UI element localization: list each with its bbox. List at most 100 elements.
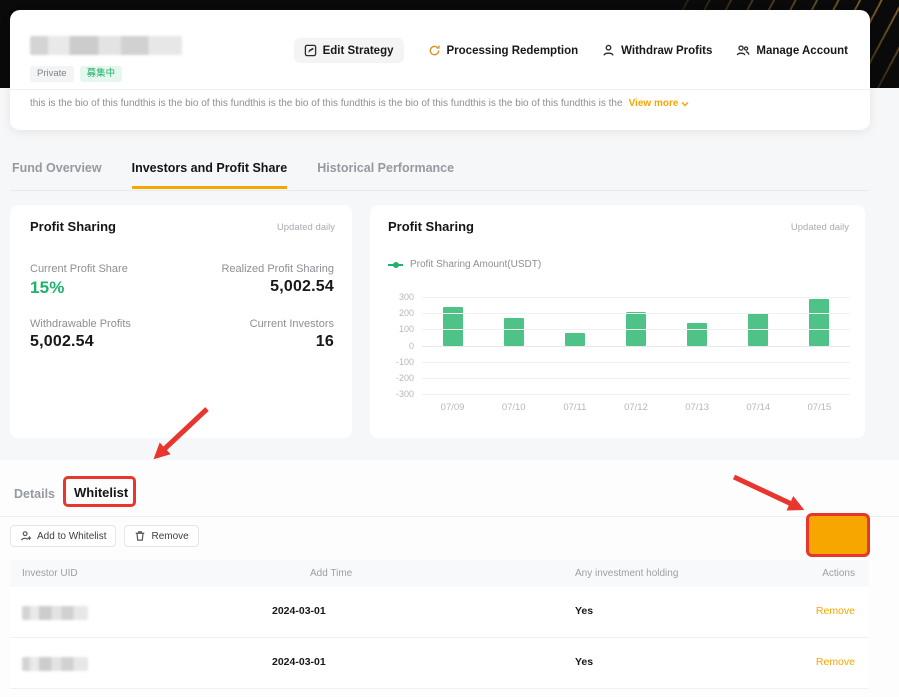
chevron-down-icon bbox=[681, 101, 689, 107]
chart-x-axis: 07/09 07/10 07/11 07/12 07/13 07/14 07/15 bbox=[422, 402, 850, 413]
table-row: 2024-03-01 Yes Remove bbox=[10, 638, 869, 689]
chart-xtick-label: 07/09 bbox=[440, 402, 465, 413]
chart-bar bbox=[809, 298, 830, 346]
current-investors-label: Current Investors bbox=[249, 318, 334, 330]
stats-updated-daily-label: Updated daily bbox=[276, 222, 335, 233]
current-profit-share-value: 15% bbox=[30, 278, 65, 297]
chart-xtick-label: 07/12 bbox=[624, 402, 648, 413]
chart-gridline bbox=[422, 329, 850, 331]
toggle-knob bbox=[839, 528, 856, 545]
chart-ytick-label: -200 bbox=[395, 372, 414, 383]
fund-bio-row: this is the bio of this fundthis is the … bbox=[30, 98, 850, 109]
holding-cell: Yes bbox=[575, 656, 594, 668]
legend-label: Profit Sharing Amount(USDT) bbox=[410, 259, 542, 270]
add-time-cell: 2024-03-01 bbox=[272, 656, 326, 668]
section-divider-line bbox=[0, 516, 899, 517]
fund-name-redacted bbox=[30, 36, 182, 55]
fundraising-status-badge: 募集中 bbox=[79, 66, 123, 82]
realized-profit-sharing-value: 5,002.54 bbox=[270, 278, 334, 295]
chart-xtick-label: 07/11 bbox=[563, 402, 587, 413]
fund-header-card: Private 募集中 Edit Strategy Processing Red… bbox=[10, 10, 870, 130]
current-investors-value: 16 bbox=[315, 333, 334, 350]
chart-xtick-label: 07/15 bbox=[807, 402, 832, 413]
current-profit-share-label: Current Profit Share bbox=[30, 263, 128, 275]
chart-ytick-label: 0 bbox=[408, 340, 414, 351]
processing-redemption-label: Processing Redemption bbox=[446, 44, 579, 57]
chart-xtick-label: 07/13 bbox=[685, 402, 710, 413]
investor-uid-redacted bbox=[22, 606, 88, 620]
chart-gridline bbox=[422, 313, 850, 315]
withdrawable-profits-label: Withdrawable Profits bbox=[30, 318, 131, 330]
chart-xtick-label: 07/10 bbox=[501, 402, 526, 413]
tab-investors-profit-share[interactable]: Investors and Profit Share bbox=[131, 161, 288, 189]
withdraw-profits-button[interactable]: Withdraw Profits bbox=[602, 44, 712, 57]
profit-sharing-stats-card: Profit Sharing Updated daily Current Pro… bbox=[10, 205, 352, 438]
view-more-label: View more bbox=[628, 98, 679, 109]
column-investor-uid: Investor UID bbox=[22, 568, 78, 579]
column-investment-holding: Any investment holding bbox=[575, 568, 679, 579]
chart-gridline bbox=[422, 377, 850, 379]
chart-ytick-label: 200 bbox=[398, 308, 414, 319]
chart-y-axis: 300 200 100 0 -100 -200 -300 bbox=[370, 292, 414, 399]
tabs-divider-line bbox=[10, 190, 869, 191]
chart-plot-area bbox=[422, 297, 850, 395]
chart-gridline bbox=[422, 394, 850, 395]
chart-gridline bbox=[422, 345, 850, 347]
view-more-link[interactable]: View more bbox=[629, 98, 690, 109]
investor-uid-redacted bbox=[22, 657, 88, 671]
withdraw-profits-label: Withdraw Profits bbox=[621, 44, 713, 57]
add-to-whitelist-icon bbox=[20, 531, 32, 541]
remove-row-link[interactable]: Remove bbox=[816, 605, 855, 617]
tab-historical-performance[interactable]: Historical Performance bbox=[317, 161, 454, 189]
add-to-whitelist-button[interactable]: Add to Whitelist bbox=[10, 525, 117, 547]
column-actions: Actions bbox=[822, 568, 855, 579]
main-tabs: Fund Overview Investors and Profit Share… bbox=[12, 161, 454, 189]
redemption-refresh-icon bbox=[428, 44, 441, 57]
tab-whitelist[interactable]: Whitelist bbox=[74, 485, 128, 500]
tab-fund-overview[interactable]: Fund Overview bbox=[12, 161, 102, 189]
private-badge: Private bbox=[30, 66, 74, 82]
tab-details[interactable]: Details bbox=[14, 487, 55, 501]
chart-ytick-label: -100 bbox=[395, 356, 414, 367]
profit-sharing-chart-card: Profit Sharing Updated daily Profit Shar… bbox=[370, 205, 865, 438]
chart-gridline bbox=[422, 297, 850, 298]
manage-account-icon bbox=[736, 44, 750, 57]
edit-strategy-label: Edit Strategy bbox=[322, 44, 394, 57]
processing-redemption-button[interactable]: Processing Redemption bbox=[428, 44, 579, 57]
chart-ytick-label: 100 bbox=[398, 324, 414, 335]
remove-row-link[interactable]: Remove bbox=[816, 656, 855, 668]
remove-button-label: Remove bbox=[151, 530, 189, 542]
holding-cell: Yes bbox=[575, 605, 594, 617]
chart-gridline bbox=[422, 361, 850, 363]
whitelist-toggle[interactable] bbox=[818, 526, 858, 547]
fund-tags: Private 募集中 bbox=[30, 66, 123, 82]
chart-bar bbox=[687, 322, 708, 346]
realized-profit-sharing-label: Realized Profit Sharing bbox=[221, 263, 334, 275]
header-action-buttons: Edit Strategy Processing Redemption With… bbox=[293, 38, 848, 63]
chart-card-title: Profit Sharing bbox=[388, 219, 474, 234]
withdraw-profits-icon bbox=[602, 44, 615, 57]
column-add-time: Add Time bbox=[310, 568, 353, 579]
table-row: 2024-03-01 Yes Remove bbox=[10, 587, 869, 638]
legend-marker-icon bbox=[388, 261, 403, 268]
table-header: Investor UID Add Time Any investment hol… bbox=[10, 560, 869, 587]
annotation-arrow-toggle bbox=[732, 474, 805, 511]
edit-strategy-button[interactable]: Edit Strategy bbox=[293, 38, 404, 63]
whitelist-toolbar: Add to Whitelist Remove bbox=[10, 525, 199, 547]
chart-legend: Profit Sharing Amount(USDT) bbox=[388, 259, 541, 270]
trash-icon bbox=[136, 531, 145, 541]
chart-ytick-label: -300 bbox=[395, 389, 414, 399]
chart-xtick-label: 07/14 bbox=[746, 402, 771, 413]
manage-account-button[interactable]: Manage Account bbox=[736, 44, 848, 57]
add-to-whitelist-label: Add to Whitelist bbox=[37, 530, 107, 542]
header-card-divider bbox=[10, 89, 870, 90]
remove-button[interactable]: Remove bbox=[124, 525, 199, 547]
withdrawable-profits-value: 5,002.54 bbox=[30, 333, 94, 350]
manage-account-label: Manage Account bbox=[756, 44, 848, 57]
stats-card-title: Profit Sharing bbox=[30, 219, 116, 234]
chart-updated-daily-label: Updated daily bbox=[790, 222, 849, 233]
chart-bar bbox=[564, 332, 585, 346]
add-time-cell: 2024-03-01 bbox=[272, 605, 326, 617]
chart-ytick-label: 300 bbox=[398, 292, 414, 302]
fund-bio-text: this is the bio of this fundthis is the … bbox=[30, 98, 623, 109]
